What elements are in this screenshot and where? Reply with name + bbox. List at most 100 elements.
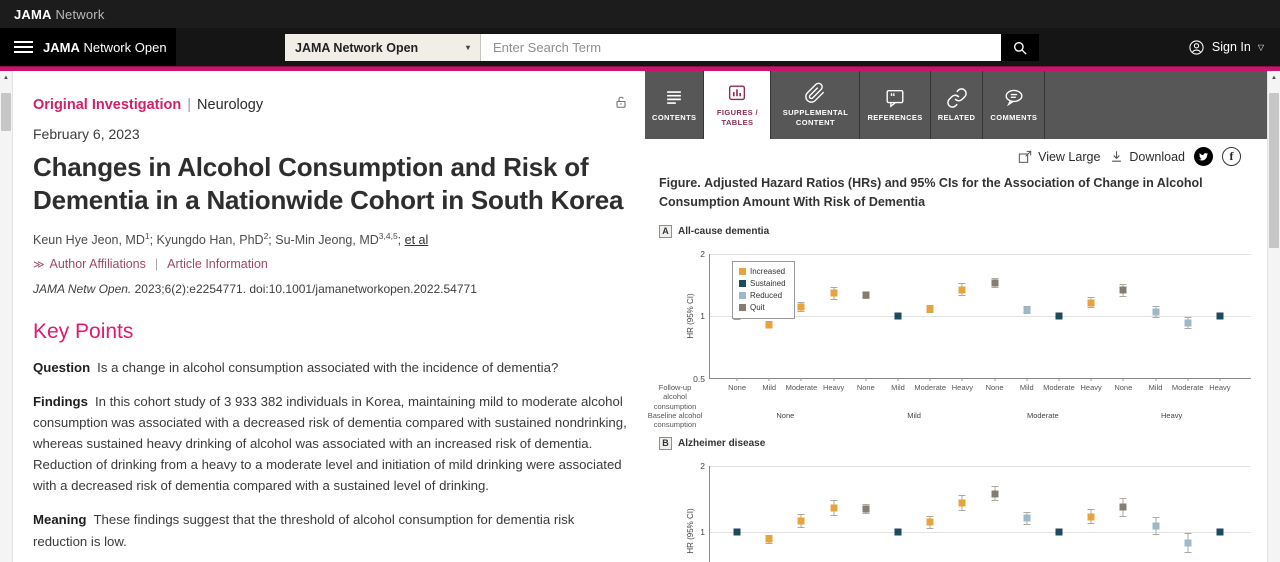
legend-item: Reduced [739, 290, 786, 302]
data-point [1216, 528, 1224, 535]
sign-in-button[interactable]: Sign In ▽ [1188, 28, 1264, 66]
twitter-share-button[interactable] [1194, 147, 1213, 166]
figure-caption: Figure. Adjusted Hazard Ratios (HRs) and… [659, 176, 1203, 209]
data-point [1184, 319, 1192, 327]
journal-navbar: JAMA Network Open JAMA Network Open ▾ Si… [0, 28, 1280, 66]
right-scrollbar[interactable]: ▲ [1267, 71, 1280, 562]
legend-swatch [739, 268, 746, 275]
author-affiliations-link[interactable]: Author Affiliations [50, 257, 146, 271]
baseline-group-label: Mild [907, 410, 921, 420]
tab-contents[interactable]: CONTENTS [645, 71, 705, 139]
chart-alzheimer-disease: HR (95% CI)210.5NoneMildModerateHeavyNon… [686, 461, 1251, 562]
data-point [862, 505, 870, 513]
journal-menu-button[interactable]: JAMA Network Open [0, 28, 176, 66]
data-point [862, 291, 870, 299]
article-title: Changes in Alcohol Consumption and Risk … [33, 152, 624, 216]
gridline [710, 465, 1251, 467]
panel-title-a: All-cause dementia [678, 225, 770, 237]
figure-viewer-pane: CONTENTS FIGURES / TABLES SUPPLEMENTAL C… [645, 71, 1267, 562]
tab-comments[interactable]: COMMENTS [983, 71, 1046, 139]
scroll-up-arrow-icon[interactable]: ▲ [0, 71, 12, 85]
data-point [991, 490, 999, 498]
search-button[interactable] [1001, 34, 1039, 61]
panel-title-b: Alzheimer disease [678, 437, 766, 449]
x-tick [1122, 377, 1124, 381]
svg-text:“: “ [890, 91, 896, 103]
chart-all-cause-dementia: HR (95% CI) 2 1 0.5 Increased Sustained Reduce… [648, 249, 1251, 429]
x-tick [1026, 377, 1028, 381]
legend-swatch [739, 280, 746, 287]
data-point [926, 305, 934, 313]
search-icon [1014, 41, 1027, 55]
x-tick-label: Moderate [1043, 382, 1075, 392]
select-caret-icon: ▾ [465, 43, 470, 52]
jama-network-logo[interactable]: JAMA Network [14, 7, 105, 22]
data-point [958, 286, 966, 294]
tab-supplemental-content[interactable]: SUPPLEMENTAL CONTENT [771, 71, 861, 139]
tab-bar-filler [1045, 71, 1267, 139]
figure-panel-b: B Alzheimer disease HR (95% CI)210.5None… [645, 436, 1267, 562]
data-point [1216, 312, 1224, 320]
twitter-icon [1198, 153, 1209, 161]
search-scope-value: JAMA Network Open [295, 40, 419, 55]
article-subject[interactable]: Neurology [197, 97, 263, 113]
facebook-share-button[interactable]: f [1222, 147, 1241, 166]
citation: JAMA Netw Open. 2023;6(2):e2254771. doi:… [33, 281, 477, 296]
x-tick [1058, 377, 1060, 381]
tab-related[interactable]: RELATED [930, 71, 984, 139]
search-scope-select[interactable]: JAMA Network Open ▾ [285, 34, 481, 61]
baseline-group-label: Moderate [1026, 410, 1059, 420]
article-category[interactable]: Original Investigation [33, 97, 181, 113]
hamburger-menu-icon[interactable] [14, 41, 33, 53]
x-tick-label: None [728, 382, 747, 392]
x-tick-label: Mild [762, 382, 777, 392]
data-point [894, 312, 902, 320]
x-tick-label: Heavy [1080, 382, 1102, 392]
scrollbar-thumb[interactable] [1, 93, 11, 131]
view-large-icon [1018, 150, 1032, 163]
y-tick-label: 1 [700, 311, 705, 321]
data-point [733, 528, 741, 535]
tab-figures-tables[interactable]: FIGURES / TABLES [704, 71, 772, 139]
article-pane: Original Investigation | Neurology Februar… [13, 71, 645, 562]
x-tick-label: None [985, 382, 1004, 392]
gridline [710, 531, 1251, 533]
data-point [1087, 513, 1095, 521]
data-point [991, 279, 999, 287]
x-tick [1090, 377, 1092, 381]
article-information-link[interactable]: Article Information [167, 257, 268, 271]
key-points-findings: Findings In this cohort study of 3 933 38… [33, 393, 627, 494]
y-axis-label: HR (95% CI) [686, 508, 696, 554]
x-tick [800, 377, 802, 381]
baseline-group-label: Heavy [1160, 410, 1183, 420]
scrollbar-thumb[interactable] [1269, 93, 1279, 248]
x-tick [897, 377, 899, 381]
tab-references[interactable]: “ REFERENCES [860, 71, 931, 139]
key-points-heading: Key Points [33, 319, 134, 343]
x-tick-label: Moderate [1171, 382, 1204, 392]
download-icon [1112, 151, 1122, 162]
data-point [797, 517, 805, 525]
x-tick [736, 377, 738, 381]
scroll-up-arrow-icon[interactable]: ▲ [1268, 71, 1280, 85]
jama-article-page: JAMA Network JAMA Network Open JAMA Netw… [0, 0, 1280, 562]
journal-name: JAMA Network Open [43, 39, 167, 55]
search-input[interactable] [481, 34, 1001, 61]
key-points-meaning: Meaning These findings suggest that the t… [33, 512, 575, 549]
data-point [1184, 539, 1192, 547]
data-point [797, 303, 805, 311]
legend-swatch [739, 292, 746, 299]
x-tick [1187, 377, 1189, 381]
related-link-icon [946, 88, 967, 108]
legend-item: Increased [739, 266, 786, 278]
brand-jama: JAMA [14, 6, 52, 22]
download-button[interactable]: Download [1109, 149, 1185, 164]
x-tick-label: Heavy [951, 382, 974, 392]
data-point [1087, 299, 1095, 307]
chart-legend: Increased Sustained Reduced Quit [732, 260, 795, 319]
et-al-link[interactable]: et al [405, 233, 429, 247]
view-large-button[interactable]: View Large [1017, 149, 1100, 165]
left-scrollbar[interactable]: ▲ [0, 71, 13, 562]
figure-panel-a: A All-cause dementia HR (95% CI) 2 1 0.5 Inc… [645, 224, 1267, 429]
data-point [830, 289, 838, 297]
